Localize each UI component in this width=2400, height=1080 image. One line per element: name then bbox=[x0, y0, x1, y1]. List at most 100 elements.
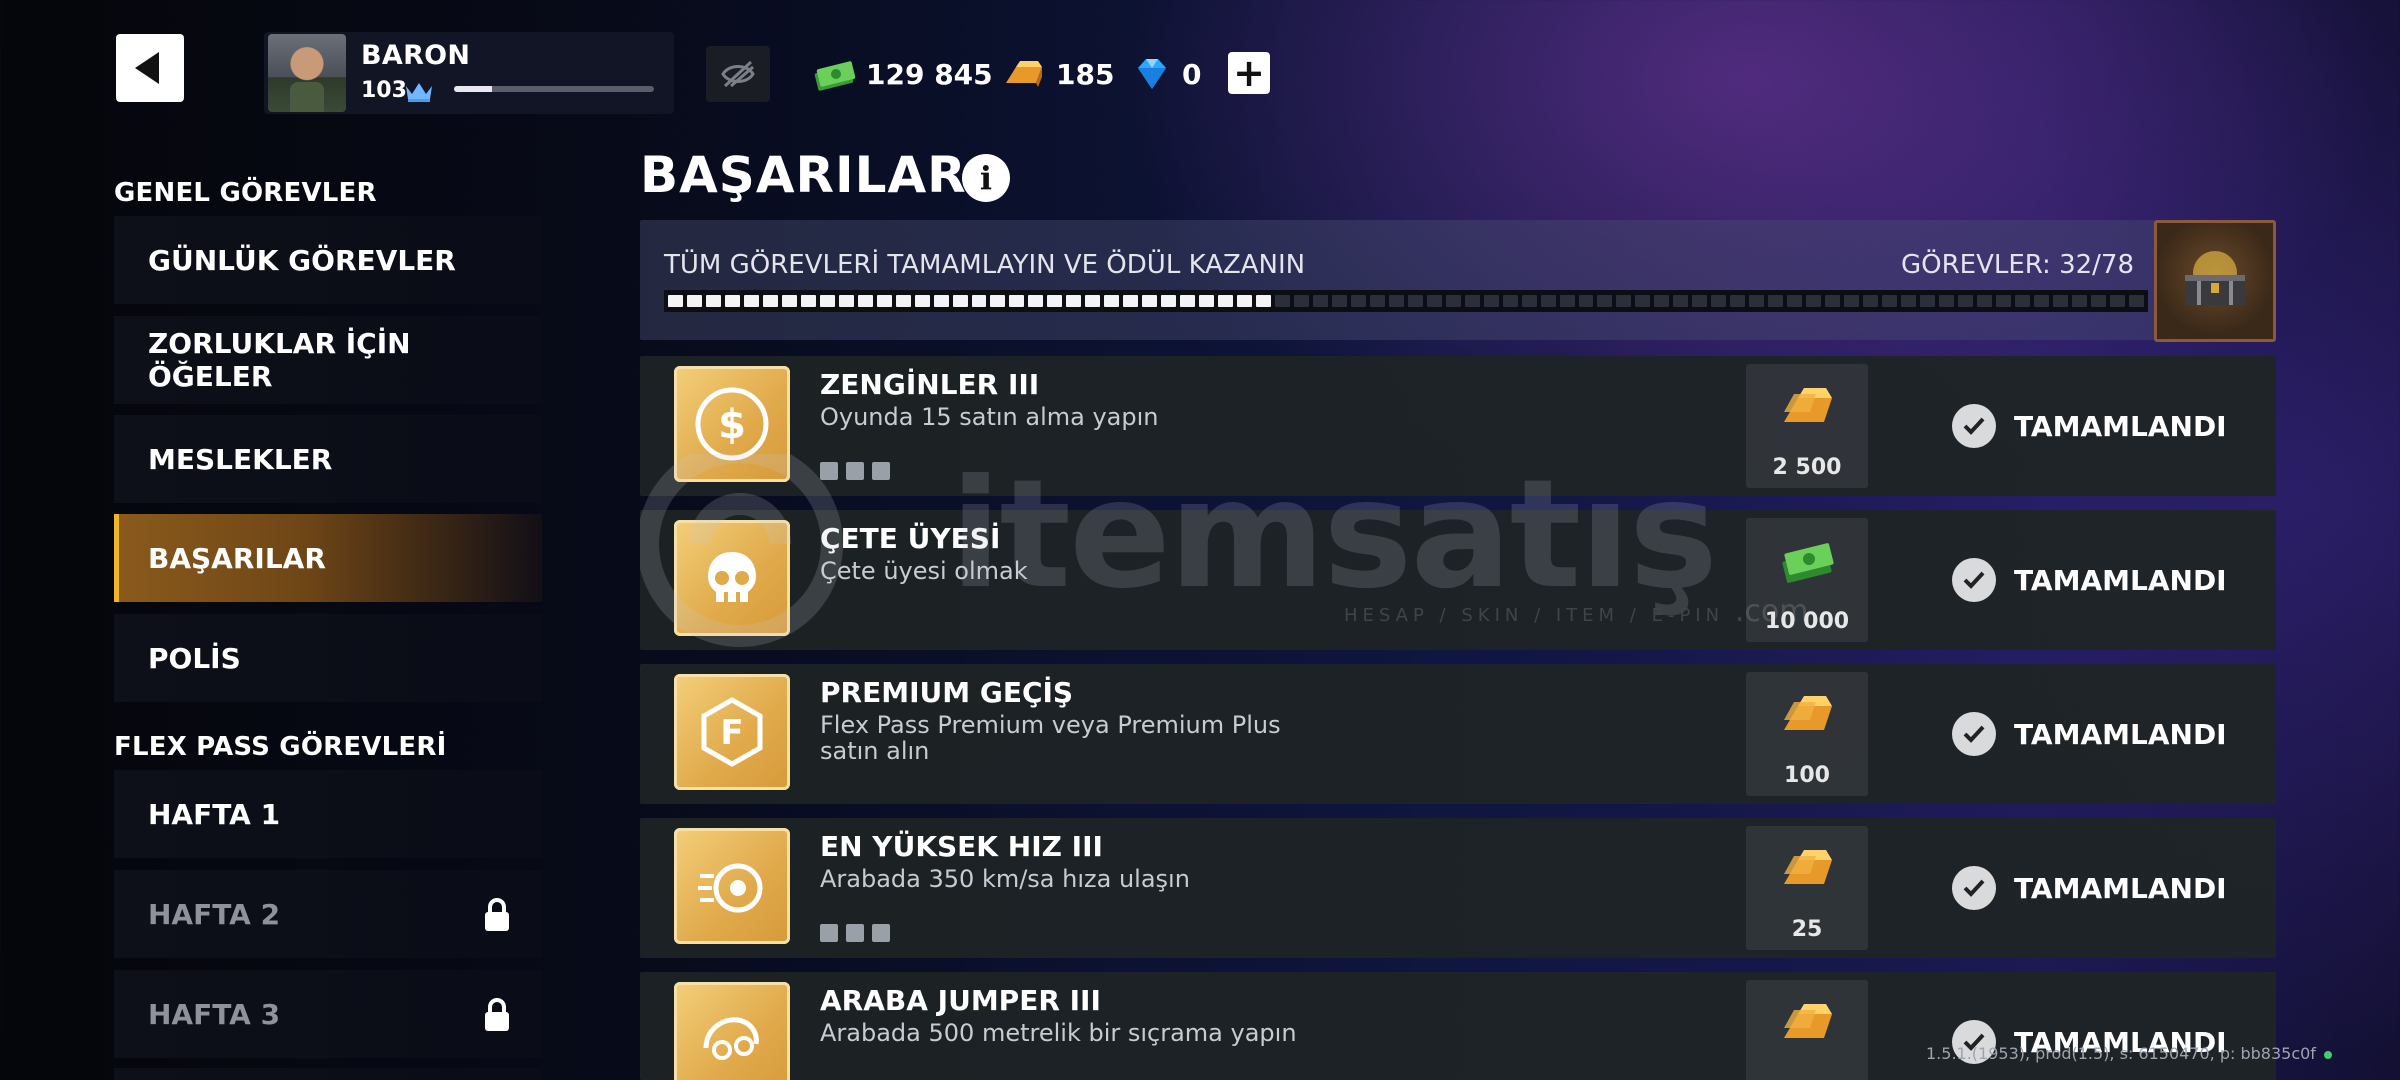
segmented-progress-bar bbox=[664, 290, 2148, 312]
tier-indicator bbox=[820, 924, 890, 942]
progress-segment bbox=[1673, 295, 1689, 307]
achievement-description: Flex Pass Premium veya Premium Plus satı… bbox=[820, 711, 1281, 765]
progress-segment bbox=[1275, 295, 1290, 307]
achievement-row[interactable]: ARABA JUMPER III Arabada 500 metrelik bi… bbox=[640, 972, 2276, 1080]
progress-segment bbox=[1369, 295, 1385, 307]
gold-counter[interactable]: 185 bbox=[1002, 52, 1114, 96]
progress-segment bbox=[971, 295, 987, 307]
info-icon[interactable]: i bbox=[962, 154, 1010, 202]
checkmark-icon bbox=[1952, 404, 1996, 448]
lock-icon bbox=[485, 898, 509, 931]
progress-segment bbox=[705, 295, 721, 307]
progress-segment bbox=[1028, 295, 1044, 307]
progress-segment bbox=[1161, 295, 1177, 307]
sidebar-item-police[interactable]: POLİS bbox=[114, 614, 542, 702]
progress-segment bbox=[1635, 295, 1651, 307]
gem-counter[interactable]: 0 bbox=[1132, 52, 1201, 96]
sidebar-item-daily-missions[interactable]: GÜNLÜK GÖREVLER bbox=[114, 216, 542, 304]
back-button[interactable] bbox=[116, 34, 184, 102]
sidebar-item-challenge-items[interactable]: ZORLUKLAR İÇİN ÖĞELER bbox=[114, 316, 542, 404]
reward-amount: 100 bbox=[1784, 763, 1830, 788]
player-level: 103 bbox=[361, 78, 407, 103]
progress-segment bbox=[1123, 295, 1139, 307]
achievement-row[interactable]: ÇETE ÜYESİ Çete üyesi olmak 10 000 TAMAM… bbox=[640, 510, 2276, 650]
add-currency-button[interactable]: + bbox=[1228, 52, 1270, 94]
progress-segment bbox=[1882, 295, 1897, 307]
progress-segment bbox=[952, 295, 968, 307]
progress-count: GÖREVLER: 32/78 bbox=[1900, 250, 2134, 280]
progress-segment bbox=[1483, 295, 1499, 307]
sidebar-item-label: POLİS bbox=[148, 641, 241, 675]
progress-segment bbox=[819, 295, 835, 307]
sidebar-item-label: MESLEKLER bbox=[148, 442, 333, 476]
progress-segment bbox=[1654, 295, 1670, 307]
sidebar-item-achievements[interactable]: BAŞARILAR bbox=[114, 514, 542, 602]
achievement-row[interactable]: EN YÜKSEK HIZ III Arabada 350 km/sa hıza… bbox=[640, 818, 2276, 958]
svg-text:$: $ bbox=[718, 402, 746, 448]
progress-segment bbox=[1806, 295, 1822, 307]
progress-segment bbox=[1825, 295, 1841, 307]
status-label: TAMAMLANDI bbox=[2014, 717, 2227, 751]
progress-segment bbox=[743, 295, 759, 307]
achievement-description: Oyunda 15 satın alma yapın bbox=[820, 403, 1159, 431]
progress-segment bbox=[1047, 295, 1063, 307]
cash-counter[interactable]: 129 845 bbox=[812, 52, 993, 96]
progress-segment bbox=[933, 295, 949, 307]
reward-box: 100 bbox=[1746, 672, 1868, 796]
sidebar-item-jobs[interactable]: MESLEKLER bbox=[114, 415, 542, 503]
gold-bar-icon bbox=[1784, 696, 1832, 730]
achievement-name: ZENGİNLER III bbox=[820, 368, 1040, 401]
avatar bbox=[268, 34, 346, 112]
progress-segment bbox=[762, 295, 778, 307]
progress-segment bbox=[990, 295, 1006, 307]
progress-segment bbox=[1976, 295, 1992, 307]
progress-segment bbox=[1578, 295, 1594, 307]
speed-wheel-icon bbox=[674, 828, 790, 944]
progress-segment bbox=[1559, 295, 1575, 307]
back-arrow-icon bbox=[135, 52, 159, 84]
progress-segment bbox=[1711, 295, 1727, 307]
progress-segment bbox=[1009, 295, 1025, 307]
progress-segment bbox=[1066, 295, 1082, 307]
progress-segment bbox=[1540, 295, 1556, 307]
progress-segment bbox=[1597, 295, 1613, 307]
version-info: 1.5.1.(1953), prod(1.5), s: 6150470, p: … bbox=[1926, 1044, 2332, 1063]
progress-segment bbox=[1445, 295, 1461, 307]
progress-segment bbox=[1616, 295, 1632, 307]
sidebar-item-label: HAFTA 1 bbox=[148, 797, 281, 831]
progress-segment bbox=[914, 295, 930, 307]
achievement-name: ARABA JUMPER III bbox=[820, 984, 1101, 1017]
reward-box: 10 000 bbox=[1746, 518, 1868, 642]
progress-segment bbox=[1104, 295, 1120, 307]
completed-status: TAMAMLANDI bbox=[1952, 866, 2227, 910]
progress-segment bbox=[668, 295, 683, 307]
sidebar-item-week-3[interactable]: HAFTA 3 bbox=[114, 970, 542, 1058]
status-label: TAMAMLANDI bbox=[2014, 563, 2227, 597]
sidebar-item-partial[interactable] bbox=[114, 1068, 542, 1080]
reward-chest-button[interactable] bbox=[2154, 220, 2276, 342]
progress-segment bbox=[1730, 295, 1746, 307]
achievement-description: Arabada 500 metrelik bir sıçrama yapın bbox=[820, 1019, 1297, 1047]
sidebar-item-week-2[interactable]: HAFTA 2 bbox=[114, 870, 542, 958]
player-profile[interactable]: BARON 103 bbox=[264, 32, 674, 114]
achievement-description: Arabada 350 km/sa hıza ulaşın bbox=[820, 865, 1190, 893]
progress-segment bbox=[1237, 295, 1253, 307]
progress-segment bbox=[2128, 295, 2144, 307]
progress-segment bbox=[1995, 295, 2011, 307]
achievement-row[interactable]: $ ZENGİNLER III Oyunda 15 satın alma yap… bbox=[640, 356, 2276, 496]
progress-segment bbox=[2033, 295, 2049, 307]
status-dot bbox=[2323, 1050, 2332, 1059]
progress-segment bbox=[876, 295, 892, 307]
progress-segment bbox=[1256, 295, 1271, 307]
progress-segment bbox=[1844, 295, 1860, 307]
achievement-description: Çete üyesi olmak bbox=[820, 557, 1028, 585]
eye-off-icon bbox=[721, 60, 755, 88]
hide-ui-button[interactable] bbox=[706, 46, 770, 102]
sidebar-item-week-1[interactable]: HAFTA 1 bbox=[114, 770, 542, 858]
flex-pass-icon: F bbox=[674, 674, 790, 790]
progress-segment bbox=[1199, 295, 1215, 307]
achievement-row[interactable]: F PREMIUM GEÇİŞ Flex Pass Premium veya P… bbox=[640, 664, 2276, 804]
reward-box: 25 bbox=[1746, 826, 1868, 950]
crown-icon bbox=[406, 83, 432, 102]
progress-title: TÜM GÖREVLERİ TAMAMLAYIN VE ÖDÜL KAZANIN bbox=[664, 250, 1306, 280]
